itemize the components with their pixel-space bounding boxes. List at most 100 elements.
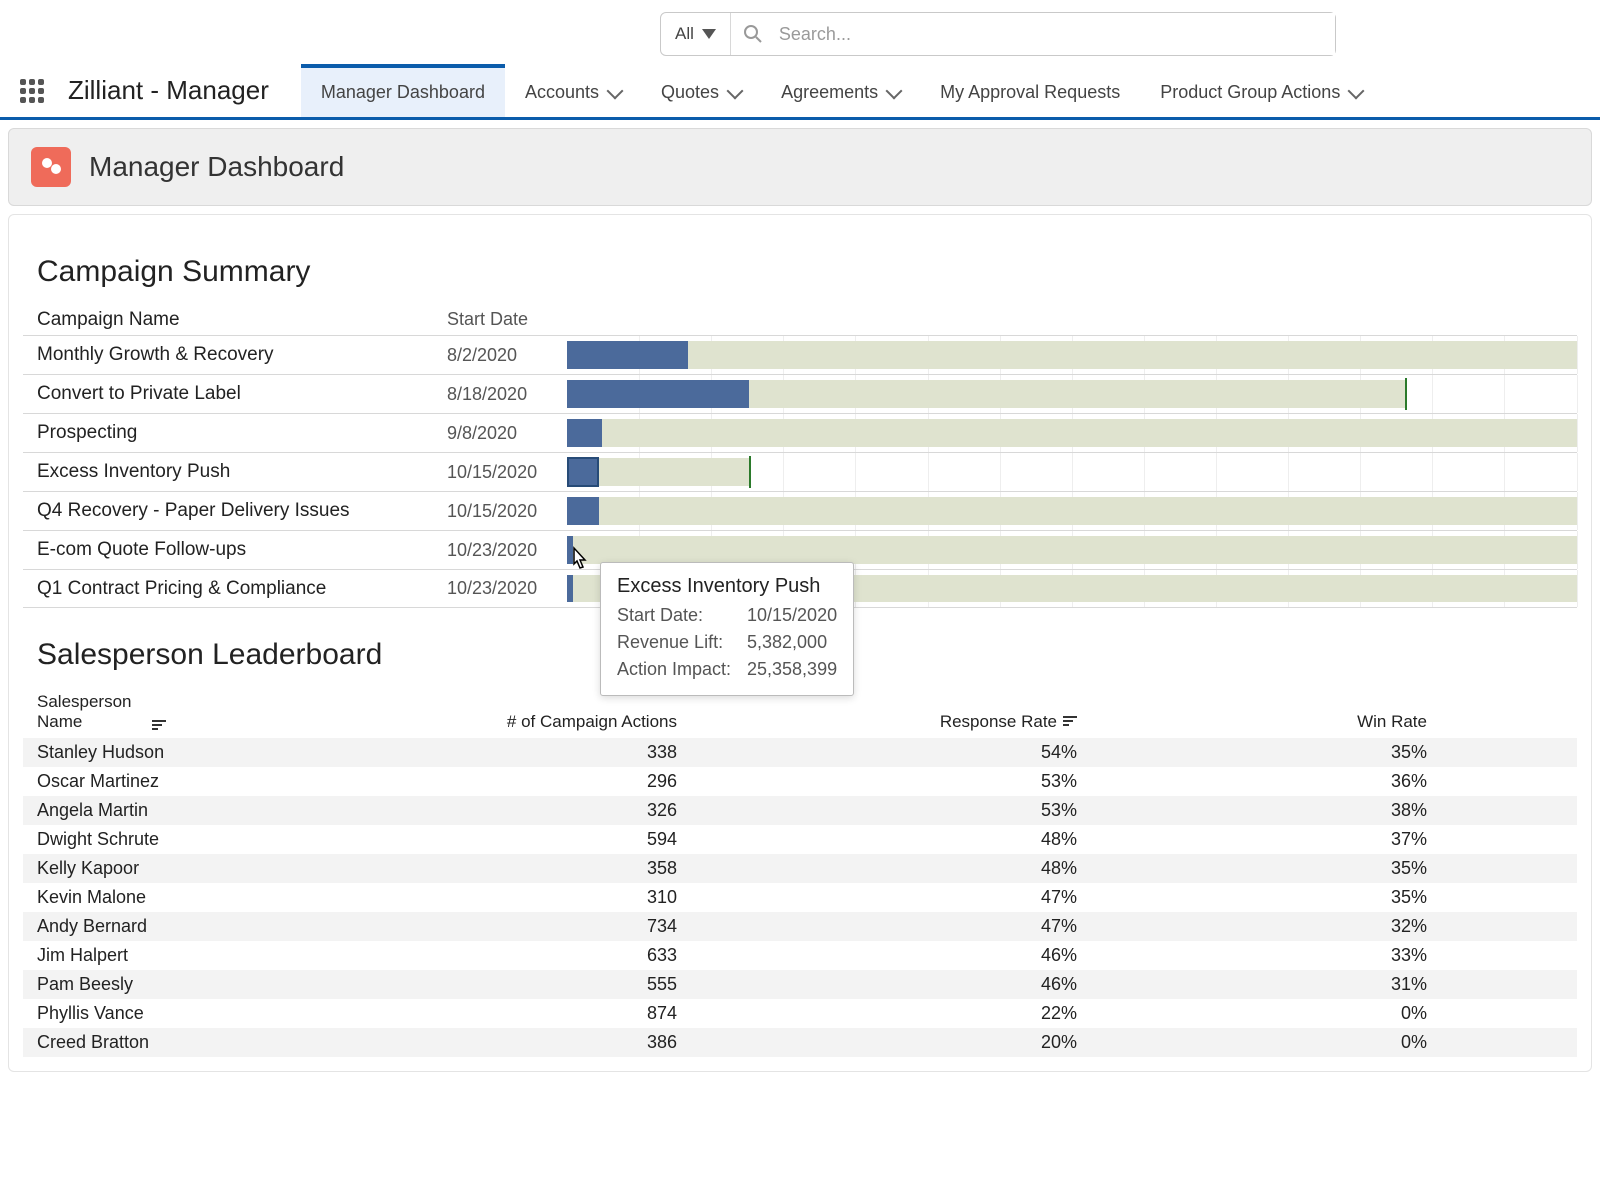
win-rate: 0% [1077,1003,1427,1024]
salesperson-name: Dwight Schrute [37,829,347,850]
campaign-name: Convert to Private Label [37,383,447,405]
campaign-actions-count: 734 [347,916,677,937]
campaign-actions-count: 874 [347,1003,677,1024]
leaderboard-row[interactable]: Angela Martin32653%38% [23,796,1577,825]
search-input[interactable] [775,13,1335,55]
win-rate: 33% [1077,945,1427,966]
campaign-actions-count: 326 [347,800,677,821]
campaign-date: 10/23/2020 [447,578,567,599]
nav-tab-label: Agreements [781,82,878,103]
win-rate: 35% [1077,858,1427,879]
win-rate: 36% [1077,771,1427,792]
primary-nav: Zilliant - Manager Manager DashboardAcco… [0,64,1600,120]
leaderboard-row[interactable]: Andy Bernard73447%32% [23,912,1577,941]
tooltip-label: Start Date: [617,602,747,629]
win-rate: 37% [1077,829,1427,850]
salesperson-name: Oscar Martinez [37,771,347,792]
salesperson-name: Stanley Hudson [37,742,347,763]
leaderboard-row[interactable]: Pam Beesly55546%31% [23,970,1577,999]
campaign-name: Excess Inventory Push [37,461,447,483]
nav-tab-accounts[interactable]: Accounts [505,64,641,117]
leaderboard-row[interactable]: Creed Bratton38620%0% [23,1028,1577,1057]
win-rate: 38% [1077,800,1427,821]
campaign-row[interactable]: Monthly Growth & Recovery8/2/2020 [23,335,1577,374]
campaign-bar[interactable] [567,453,1577,491]
win-rate: 31% [1077,974,1427,995]
campaign-row[interactable]: Convert to Private Label8/18/2020 [23,374,1577,413]
leaderboard-col-response[interactable]: Response Rate [940,712,1057,732]
campaign-actions-count: 386 [347,1032,677,1053]
response-rate: 22% [677,1003,1077,1024]
response-rate: 46% [677,945,1077,966]
campaign-actions-count: 594 [347,829,677,850]
dashboard-icon [31,147,71,187]
campaign-actions-count: 633 [347,945,677,966]
win-rate: 35% [1077,887,1427,908]
tooltip-value: 25,358,399 [747,656,837,683]
leaderboard-row[interactable]: Kelly Kapoor35848%35% [23,854,1577,883]
campaign-bar[interactable] [567,492,1577,530]
nav-tab-my-approval-requests[interactable]: My Approval Requests [920,64,1140,117]
leaderboard-col-name-l2[interactable]: Name [37,712,132,732]
search-icon [731,13,775,55]
app-launcher-icon[interactable] [20,79,44,103]
sort-icon[interactable] [1063,716,1077,726]
response-rate: 48% [677,829,1077,850]
campaign-actions-count: 338 [347,742,677,763]
response-rate: 46% [677,974,1077,995]
campaign-actions-count: 310 [347,887,677,908]
page-title: Manager Dashboard [89,151,344,183]
campaign-row[interactable]: Q4 Recovery - Paper Delivery Issues10/15… [23,491,1577,530]
search-filter-dropdown[interactable]: All [661,13,731,55]
nav-tab-agreements[interactable]: Agreements [761,64,920,117]
campaign-name: E-com Quote Follow-ups [37,539,447,561]
global-search: All [660,12,1336,56]
campaign-name: Q4 Recovery - Paper Delivery Issues [37,500,447,522]
nav-tab-manager-dashboard[interactable]: Manager Dashboard [301,64,505,117]
campaign-date: 10/15/2020 [447,501,567,522]
nav-tab-label: Product Group Actions [1160,82,1340,103]
leaderboard-row[interactable]: Kevin Malone31047%35% [23,883,1577,912]
leaderboard-row[interactable]: Stanley Hudson33854%35% [23,738,1577,767]
caret-down-icon [702,29,716,39]
response-rate: 53% [677,800,1077,821]
salesperson-name: Kevin Malone [37,887,347,908]
campaign-col-name-header[interactable]: Campaign Name [37,309,447,331]
campaign-date: 8/18/2020 [447,384,567,405]
campaign-name: Prospecting [37,422,447,444]
campaign-row[interactable]: Prospecting9/8/2020 [23,413,1577,452]
campaign-col-date-header[interactable]: Start Date [447,309,567,331]
leaderboard-row[interactable]: Jim Halpert63346%33% [23,941,1577,970]
leaderboard-row[interactable]: Phyllis Vance87422%0% [23,999,1577,1028]
win-rate: 32% [1077,916,1427,937]
campaign-tooltip: Excess Inventory PushStart Date:10/15/20… [600,562,854,696]
tooltip-label: Revenue Lift: [617,629,747,656]
response-rate: 53% [677,771,1077,792]
leaderboard-col-win[interactable]: Win Rate [1077,712,1427,732]
chevron-down-icon [727,82,744,99]
leaderboard-col-actions[interactable]: # of Campaign Actions [347,712,677,732]
campaign-bar[interactable] [567,414,1577,452]
campaign-bar[interactable] [567,336,1577,374]
campaign-bar[interactable] [567,375,1577,413]
salesperson-name: Jim Halpert [37,945,347,966]
leaderboard-row[interactable]: Oscar Martinez29653%36% [23,767,1577,796]
campaign-actions-count: 296 [347,771,677,792]
win-rate: 0% [1077,1032,1427,1053]
campaign-date: 8/2/2020 [447,345,567,366]
chevron-down-icon [607,82,624,99]
sort-icon[interactable] [152,720,166,730]
response-rate: 47% [677,916,1077,937]
salesperson-name: Pam Beesly [37,974,347,995]
nav-tab-product-group-actions[interactable]: Product Group Actions [1140,64,1382,117]
leaderboard-col-name-l1[interactable]: Salesperson [37,692,132,712]
tooltip-value: 10/15/2020 [747,602,837,629]
nav-tab-label: My Approval Requests [940,82,1120,103]
campaign-date: 9/8/2020 [447,423,567,444]
nav-tab-quotes[interactable]: Quotes [641,64,761,117]
tooltip-value: 5,382,000 [747,629,827,656]
app-name: Zilliant - Manager [68,75,269,106]
leaderboard-row[interactable]: Dwight Schrute59448%37% [23,825,1577,854]
response-rate: 48% [677,858,1077,879]
campaign-row[interactable]: Excess Inventory Push10/15/2020 [23,452,1577,491]
